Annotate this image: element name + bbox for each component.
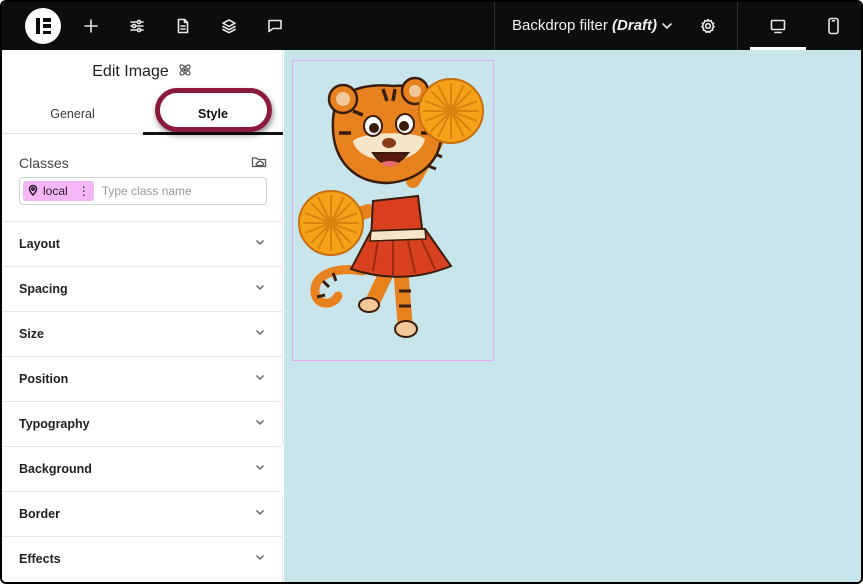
pom-pom-right — [418, 78, 484, 144]
chevron-down-icon — [254, 460, 266, 478]
section-label: Spacing — [19, 282, 68, 296]
style-sections: Layout Spacing Size Position Typography … — [2, 221, 283, 581]
section-label: Layout — [19, 237, 60, 251]
tab-style[interactable]: Style — [143, 94, 283, 135]
document-title-text: Backdrop filter — [512, 17, 608, 34]
panel-header: Edit Image — [2, 50, 283, 94]
mobile-view-button[interactable] — [812, 2, 854, 50]
pom-pom-left — [298, 190, 364, 256]
app-window: Backdrop filter (Draft) Edit Image Gener… — [0, 0, 863, 584]
top-bar: Backdrop filter (Draft) — [2, 2, 861, 50]
section-label: Position — [19, 372, 69, 386]
section-label: Typography — [19, 417, 90, 431]
chevron-down-icon — [254, 370, 266, 388]
class-name-input[interactable] — [101, 184, 252, 198]
section-label: Background — [19, 462, 92, 476]
elementor-logo[interactable] — [25, 8, 61, 44]
selected-image-widget[interactable] — [292, 60, 494, 361]
chevron-down-icon — [254, 235, 266, 253]
editor-panel: Edit Image General Style Classes local ⋮ — [2, 50, 283, 582]
chevron-down-icon — [254, 550, 266, 568]
section-label: Effects — [19, 552, 61, 566]
mobile-icon — [823, 16, 843, 36]
section-spacing[interactable]: Spacing — [2, 266, 283, 311]
section-layout[interactable]: Layout — [2, 221, 283, 266]
cloud-folder-icon[interactable] — [251, 154, 267, 175]
chevron-down-icon — [254, 505, 266, 523]
page-icon[interactable] — [173, 16, 193, 36]
section-background[interactable]: Background — [2, 446, 283, 491]
desktop-view-button[interactable] — [750, 2, 806, 50]
class-chip[interactable]: local ⋮ — [23, 181, 94, 201]
location-pin-icon — [27, 184, 39, 199]
chevron-down-icon[interactable] — [657, 16, 677, 36]
document-status: (Draft) — [612, 17, 658, 34]
panel-title: Edit Image — [92, 63, 169, 80]
add-icon[interactable] — [81, 16, 101, 36]
classes-label: Classes — [19, 155, 69, 171]
layers-icon[interactable] — [219, 16, 239, 36]
chevron-down-icon — [254, 325, 266, 343]
chevron-down-icon — [254, 280, 266, 298]
document-title[interactable]: Backdrop filter (Draft) — [512, 17, 657, 34]
classes-field[interactable]: local ⋮ — [19, 177, 267, 205]
chevron-down-icon — [254, 415, 266, 433]
divider — [737, 2, 738, 50]
tiger-cheerleader-illustration — [298, 76, 484, 338]
preview-canvas[interactable] — [284, 50, 861, 582]
gear-icon[interactable] — [698, 16, 718, 36]
sliders-icon[interactable] — [127, 16, 147, 36]
section-position[interactable]: Position — [2, 356, 283, 401]
comment-icon[interactable] — [265, 16, 285, 36]
tab-general[interactable]: General — [2, 94, 143, 134]
chip-menu-icon[interactable]: ⋮ — [78, 185, 90, 197]
section-label: Size — [19, 327, 45, 341]
section-typography[interactable]: Typography — [2, 401, 283, 446]
panel-tabs: General Style — [2, 94, 283, 135]
section-size[interactable]: Size — [2, 311, 283, 356]
section-label: Border — [19, 507, 60, 521]
atom-icon — [177, 62, 193, 83]
desktop-icon — [768, 16, 788, 36]
divider — [494, 2, 495, 50]
section-border[interactable]: Border — [2, 491, 283, 536]
section-effects[interactable]: Effects — [2, 536, 283, 581]
class-chip-label: local — [43, 184, 68, 198]
